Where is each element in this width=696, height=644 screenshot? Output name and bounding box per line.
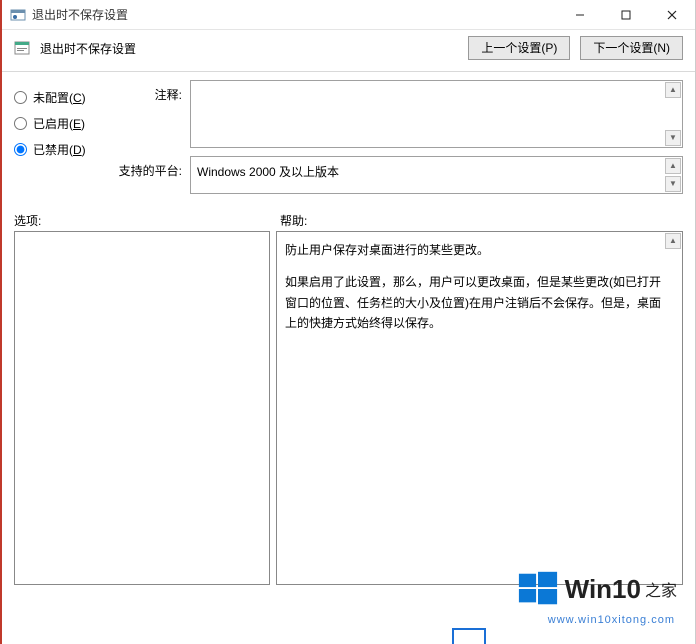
radio-label: 未配置(C) xyxy=(33,89,86,106)
config-area: 未配置(C) 已启用(E) 已禁用(D) 注释: ▲ ▼ 支持的平台 xyxy=(2,72,695,206)
platform-label: 支持的平台: xyxy=(110,156,182,179)
scroll-up-icon[interactable]: ▲ xyxy=(665,158,681,174)
radio-disabled[interactable]: 已禁用(D) xyxy=(14,136,98,162)
window-title: 退出时不保存设置 xyxy=(32,6,557,23)
options-label: 选项: xyxy=(14,212,280,229)
comment-row: 注释: ▲ ▼ xyxy=(110,80,683,148)
comment-label: 注释: xyxy=(110,80,182,103)
platform-value: Windows 2000 及以上版本 xyxy=(197,165,339,179)
window-controls xyxy=(557,0,695,29)
radio-input[interactable] xyxy=(14,117,27,130)
radio-input[interactable] xyxy=(14,143,27,156)
panels-area: ▲ 防止用户保存对桌面进行的某些更改。 如果启用了此设置，那么，用户可以更改桌面… xyxy=(2,231,695,585)
radio-label: 已启用(E) xyxy=(33,115,85,132)
radio-label: 已禁用(D) xyxy=(33,141,86,158)
scroll-down-icon[interactable]: ▼ xyxy=(665,176,681,192)
policy-icon xyxy=(10,7,26,23)
previous-setting-button[interactable]: 上一个设置(P) xyxy=(468,36,570,60)
policy-title: 退出时不保存设置 xyxy=(40,38,458,57)
help-panel: ▲ 防止用户保存对桌面进行的某些更改。 如果启用了此设置，那么，用户可以更改桌面… xyxy=(276,231,683,585)
close-button[interactable] xyxy=(649,0,695,29)
right-column: 注释: ▲ ▼ 支持的平台: Windows 2000 及以上版本 ▲ ▼ xyxy=(110,80,683,202)
platform-row: 支持的平台: Windows 2000 及以上版本 ▲ ▼ xyxy=(110,156,683,194)
radio-input[interactable] xyxy=(14,91,27,104)
scroll-up-icon[interactable]: ▲ xyxy=(665,233,681,249)
button-label: 上一个设置(P) xyxy=(481,39,557,56)
options-panel xyxy=(14,231,270,585)
radio-enabled[interactable]: 已启用(E) xyxy=(14,110,98,136)
maximize-button[interactable] xyxy=(603,0,649,29)
policy-icon xyxy=(14,40,30,56)
comment-textarea[interactable]: ▲ ▼ xyxy=(190,80,683,148)
scroll-up-icon[interactable]: ▲ xyxy=(665,82,681,98)
dialog-window: 退出时不保存设置 退出时不保存设置 上一个设置(P) 下一个设置(N) xyxy=(0,0,696,644)
radio-not-configured[interactable]: 未配置(C) xyxy=(14,84,98,110)
platform-box: Windows 2000 及以上版本 ▲ ▼ xyxy=(190,156,683,194)
titlebar: 退出时不保存设置 xyxy=(2,0,695,30)
button-label: 下一个设置(N) xyxy=(593,39,670,56)
help-label: 帮助: xyxy=(280,212,683,229)
scroll-down-icon[interactable]: ▼ xyxy=(665,130,681,146)
panel-labels: 选项: 帮助: xyxy=(2,206,695,231)
minimize-button[interactable] xyxy=(557,0,603,29)
partial-button[interactable] xyxy=(452,628,486,644)
radio-group: 未配置(C) 已启用(E) 已禁用(D) xyxy=(14,80,98,202)
next-setting-button[interactable]: 下一个设置(N) xyxy=(580,36,683,60)
help-text: 防止用户保存对桌面进行的某些更改。 xyxy=(285,240,662,260)
watermark-url: www.win10xitong.com xyxy=(548,614,675,626)
header-band: 退出时不保存设置 上一个设置(P) 下一个设置(N) xyxy=(2,30,695,72)
help-text: 如果启用了此设置，那么，用户可以更改桌面，但是某些更改(如已打开窗口的位置、任务… xyxy=(285,272,662,333)
